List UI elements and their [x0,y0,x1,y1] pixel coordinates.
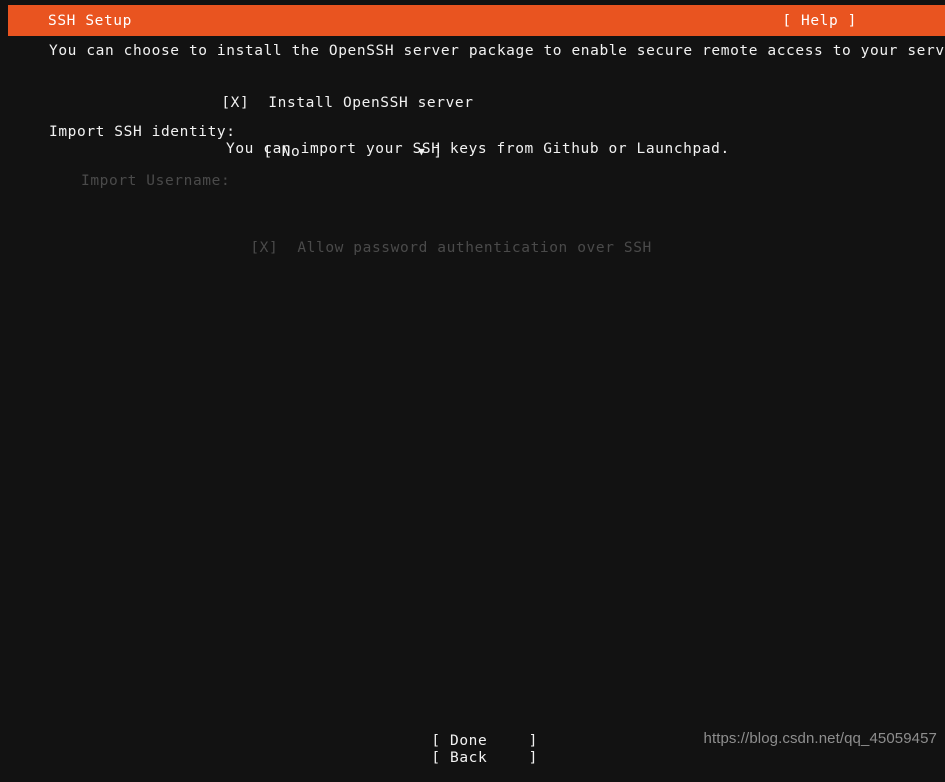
allow-password-auth-checkbox[interactable]: [X] Allow password authentication over SS… [213,220,652,277]
import-identity-hint: You can import your SSH keys from Github… [226,141,730,157]
allow-password-auth-label: Allow password authentication over SSH [297,240,652,256]
back-button-label: Back [440,750,488,766]
back-button[interactable]: [ Back] [394,734,538,782]
page-description: You can choose to install the OpenSSH se… [49,43,945,59]
import-identity-label: Import SSH identity: [49,124,236,140]
install-openssh-label: Install OpenSSH server [268,95,474,111]
button-open-bracket: [ [431,750,441,766]
button-close-bracket: ] [528,750,539,766]
watermark: https://blog.csdn.net/qq_45059457 [703,730,937,747]
ssh-setup-screen: SSH Setup [ Help ] You can choose to ins… [0,0,945,766]
page-title: SSH Setup [48,12,132,29]
checkbox-icon: [X] [221,95,250,111]
help-button[interactable]: [ Help ] [782,13,857,29]
import-username-label: Import Username: [81,173,231,189]
checkbox-icon: [X] [250,240,279,256]
title-bar: SSH Setup [ Help ] [8,5,945,36]
